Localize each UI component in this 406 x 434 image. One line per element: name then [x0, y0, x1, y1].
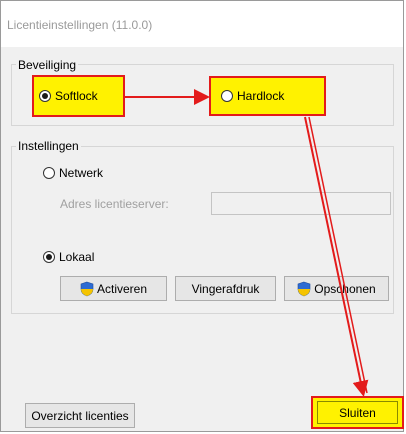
softlock-label[interactable]: Softlock [55, 89, 98, 103]
network-radio-indicator[interactable] [43, 167, 55, 179]
hardlock-label[interactable]: Hardlock [237, 89, 284, 103]
softlock-radio-indicator[interactable] [39, 90, 51, 102]
security-group-label: Beveiliging [16, 58, 79, 72]
hardlock-radio-indicator[interactable] [221, 90, 233, 102]
network-label[interactable]: Netwerk [59, 166, 103, 180]
title-bar: Licentieinstellingen (11.0.0) [1, 1, 403, 47]
local-radio[interactable]: Lokaal [43, 250, 94, 264]
server-address-label: Adres licentieserver: [60, 197, 169, 211]
server-address-input[interactable] [211, 192, 391, 215]
close-label: Sluiten [339, 405, 376, 420]
settings-group-label: Instellingen [16, 139, 81, 153]
activate-button[interactable]: Activeren [60, 276, 167, 301]
fingerprint-label: Vingerafdruk [191, 281, 260, 296]
close-button[interactable]: Sluiten [317, 401, 398, 424]
hardlock-radio[interactable]: Hardlock [221, 89, 284, 103]
softlock-radio[interactable]: Softlock [39, 89, 98, 103]
network-radio[interactable]: Netwerk [43, 166, 103, 180]
license-overview-label: Overzicht licenties [31, 408, 129, 423]
local-radio-indicator[interactable] [43, 251, 55, 263]
cleanup-button[interactable]: Opschonen [284, 276, 389, 301]
shield-icon [297, 281, 311, 296]
window-title: Licentieinstellingen (11.0.0) [7, 18, 153, 32]
shield-icon [80, 281, 94, 296]
fingerprint-button[interactable]: Vingerafdruk [175, 276, 276, 301]
license-overview-button[interactable]: Overzicht licenties [25, 403, 135, 428]
cleanup-label: Opschonen [314, 281, 376, 296]
activate-label: Activeren [96, 281, 148, 296]
license-settings-window: Licentieinstellingen (11.0.0) Beveiligin… [0, 0, 404, 432]
local-label[interactable]: Lokaal [59, 250, 94, 264]
